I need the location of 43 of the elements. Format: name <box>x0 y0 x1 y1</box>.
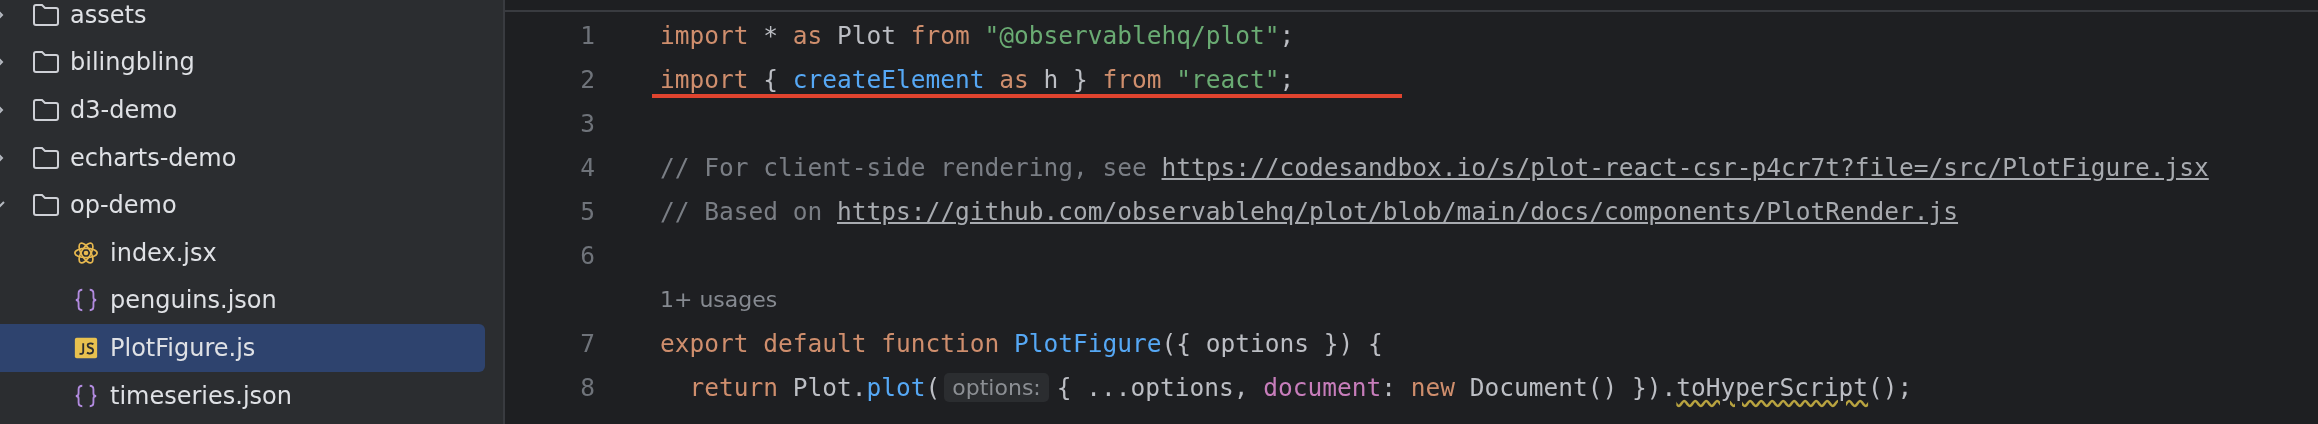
code-text: return Plot.plot( <box>688 372 941 402</box>
code-text: import { createElement as h } from "react"; <box>660 64 1295 94</box>
folder-icon <box>32 1 60 28</box>
code-text: export default function PlotFigure({ options }) { <box>660 328 1383 358</box>
line-number: 2 <box>579 64 595 94</box>
file-name: index.jsx <box>110 238 217 267</box>
line-number: 7 <box>579 328 595 358</box>
file-name: penguins.json <box>110 286 277 315</box>
file-name: d3-demo <box>70 96 178 124</box>
line-number: 8 <box>579 372 595 402</box>
parameter-hint: options: <box>944 372 1049 402</box>
file-name: timeseries.json <box>110 381 292 410</box>
tree-item[interactable]: assets <box>0 0 485 39</box>
tree-item[interactable]: timeseries.json <box>0 371 485 420</box>
tree-item[interactable]: index.jsx <box>0 228 485 277</box>
tree-item[interactable]: bilingbling <box>0 38 485 87</box>
line-number: 5 <box>579 196 595 226</box>
file-name: op-demo <box>70 191 177 220</box>
line-number: 4 <box>579 152 595 182</box>
folder-icon <box>32 97 60 123</box>
line-number: 1 <box>579 20 595 50</box>
file-name: PlotFigure.js <box>110 333 256 362</box>
file-name: assets <box>70 0 147 29</box>
code-link[interactable]: https://codesandbox.io/s/plot-react-csr-p4cr7t?file=/src/PlotFigure.jsx <box>1161 152 2209 182</box>
file-name: echarts-demo <box>70 143 237 172</box>
line-number: 3 <box>579 108 595 138</box>
tree-item[interactable]: PlotFigure.js <box>0 324 485 372</box>
atom-icon <box>72 239 100 266</box>
code-text: import * as Plot from "@observablehq/plot"; <box>660 20 1295 50</box>
tree-item[interactable]: echarts-demo <box>0 133 485 182</box>
folder-icon <box>32 144 60 171</box>
line-number: 6 <box>579 240 595 270</box>
usages-hint[interactable]: 1+ usages <box>660 286 778 312</box>
folder-icon <box>32 192 60 219</box>
folder-icon <box>32 49 60 76</box>
file-name: bilingbling <box>70 48 195 77</box>
code-link[interactable]: https://github.com/observablehq/plot/blob/main/docs/components/PlotRender.js <box>837 196 1959 226</box>
code-text: { ...options, document: new Document() }).toHyperScript(); <box>1056 372 1913 402</box>
tree-item[interactable]: op-demo <box>0 181 485 229</box>
code-text: // For client-side rendering, see <box>660 152 1148 182</box>
code-text: // Based on <box>660 196 824 226</box>
tree-item[interactable]: penguins.json <box>0 276 485 325</box>
tree-item[interactable]: d3-demo <box>0 86 485 134</box>
